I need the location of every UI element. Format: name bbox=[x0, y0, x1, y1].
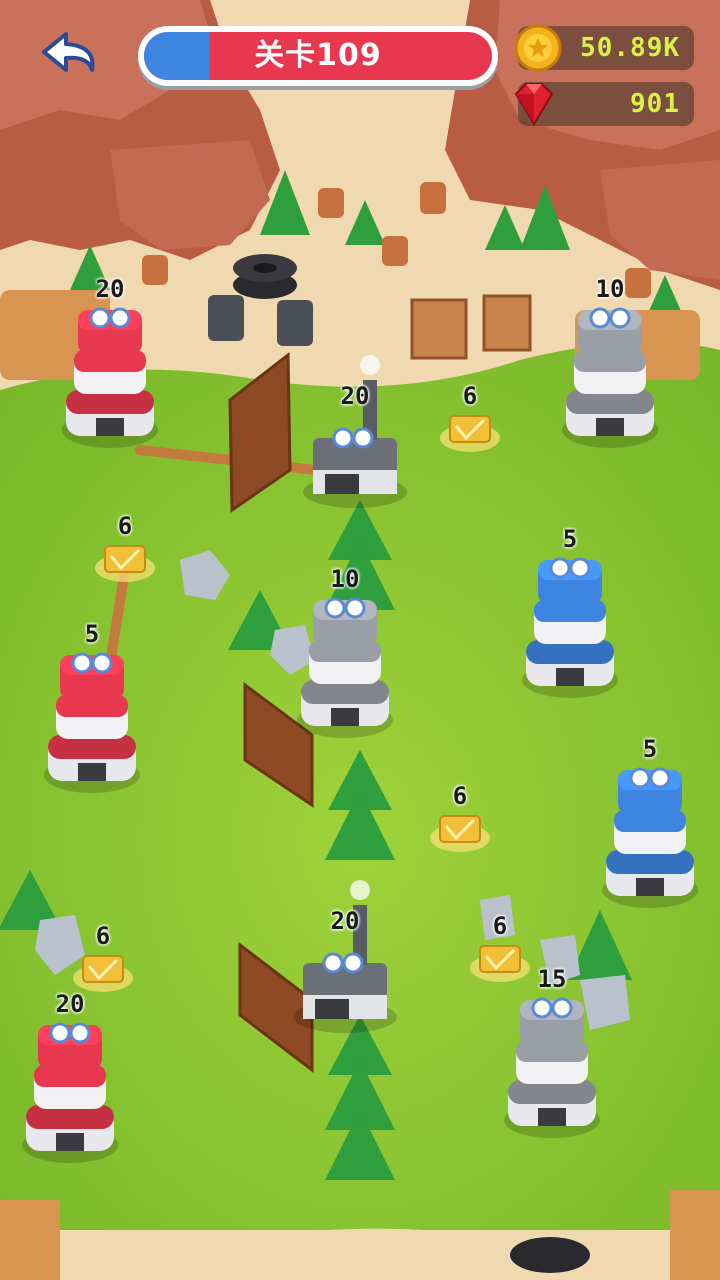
coin-icon bbox=[514, 24, 562, 72]
unit-count-11: 20 bbox=[330, 907, 360, 935]
unit-count-13: 6 bbox=[492, 912, 508, 940]
unit-count-15: 15 bbox=[537, 965, 567, 993]
unit-count-12: 6 bbox=[95, 922, 111, 950]
unit-count-14: 20 bbox=[55, 990, 85, 1018]
unit-count-10: 5 bbox=[642, 735, 658, 763]
coin-counter: 50.89K bbox=[514, 24, 694, 72]
coin-value: 50.89K bbox=[580, 33, 680, 63]
unit-count-5: 6 bbox=[117, 512, 133, 540]
unit-count-1: 20 bbox=[95, 275, 125, 303]
ruby-gem-icon bbox=[514, 83, 554, 126]
top-hud: 关卡109 50.89K 901 bbox=[0, 12, 720, 126]
gold-neutral[interactable] bbox=[95, 545, 155, 582]
gold-neutral[interactable] bbox=[470, 945, 530, 982]
unit-count-8: 5 bbox=[84, 620, 100, 648]
unit-count-9: 6 bbox=[452, 782, 468, 810]
level-label: 关卡109 bbox=[254, 38, 382, 73]
level-progress-bar: 关卡109 bbox=[138, 26, 498, 86]
gold-neutral[interactable] bbox=[73, 955, 133, 992]
unit-count-2: 10 bbox=[595, 275, 625, 303]
undo-arrow-icon bbox=[42, 32, 95, 72]
gem-value: 901 bbox=[630, 89, 680, 119]
unit-count-4: 6 bbox=[462, 382, 478, 410]
back-button[interactable] bbox=[36, 26, 110, 88]
gold-neutral[interactable] bbox=[430, 815, 490, 852]
gold-neutral[interactable] bbox=[440, 415, 500, 452]
unit-count-7: 10 bbox=[330, 565, 360, 593]
unit-count-6: 5 bbox=[562, 525, 578, 553]
gem-counter: 901 bbox=[514, 82, 694, 126]
unit-count-3: 20 bbox=[340, 382, 370, 410]
